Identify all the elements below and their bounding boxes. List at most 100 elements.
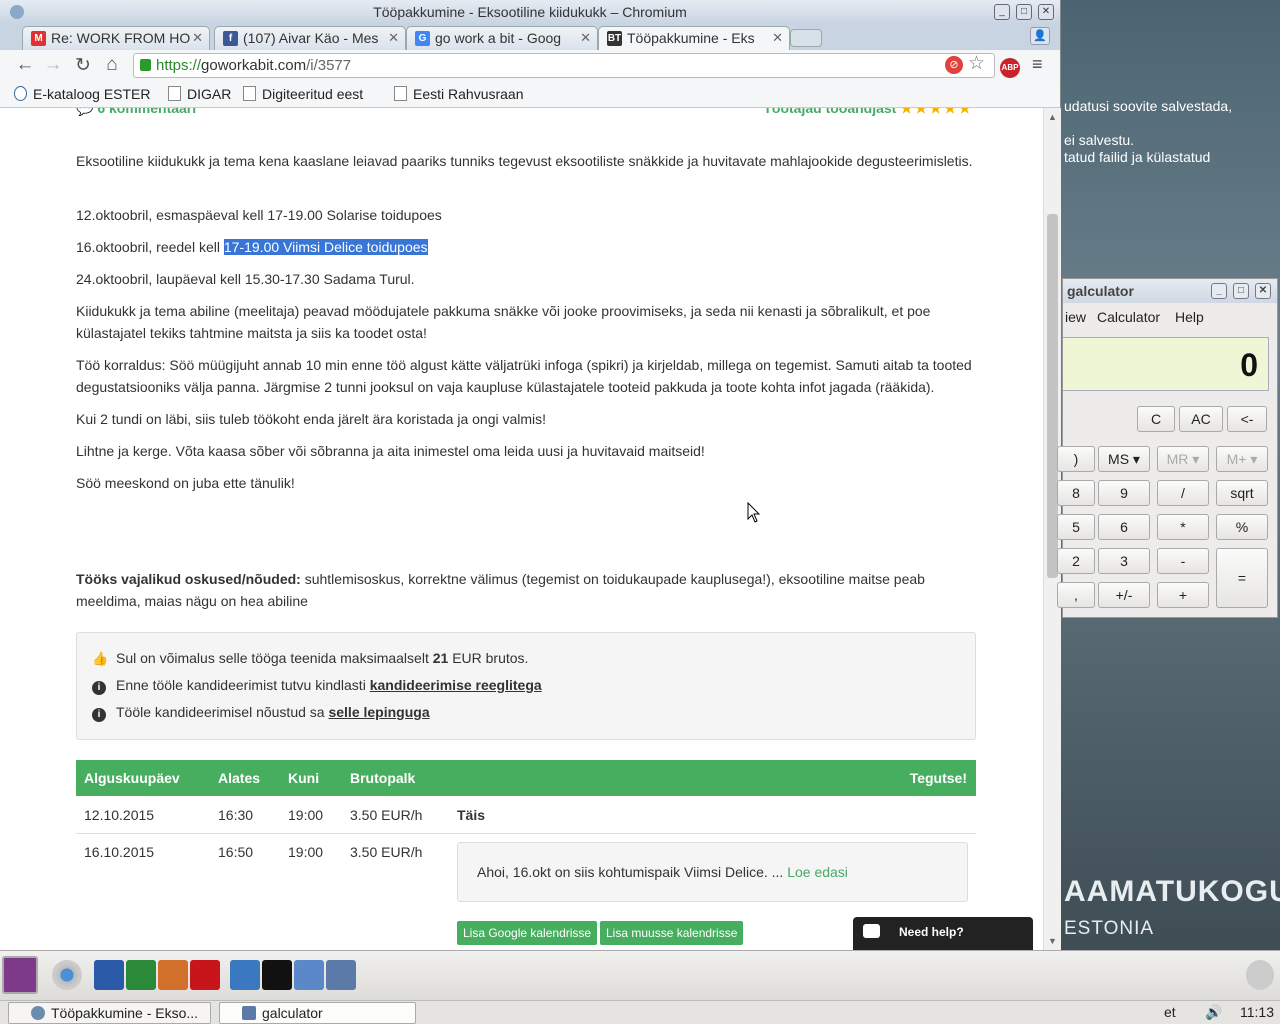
info-icon: i [92,681,106,695]
logout-icon[interactable] [1246,960,1274,990]
earn-amount: 21 [432,650,449,666]
memory-store-button[interactable]: MS ▾ [1098,446,1150,472]
bookmark-label: DIGAR [187,86,232,102]
digit-6-button[interactable]: 6 [1098,514,1150,540]
window-list: Tööpakkumine - Ekso... galculator et 🔊 1… [0,1000,1280,1024]
bookmark-item[interactable]: Digiteeritud eest [243,86,383,102]
digit-2-button[interactable]: 2 [1057,548,1095,574]
maximize-icon[interactable]: □ [1233,283,1249,299]
divide-button[interactable]: / [1157,480,1209,506]
id-card-icon[interactable] [230,960,260,990]
calc-spreadsheet-icon[interactable] [126,960,156,990]
tab-close-icon[interactable]: ✕ [388,27,399,49]
rules-link[interactable]: kandideerimise reeglitega [370,677,542,693]
need-help-widget[interactable]: Need help? [853,917,1033,950]
tab-google[interactable]: G go work a bit - Goog ✕ [406,26,598,50]
backspace-button[interactable]: <- [1227,406,1267,432]
memory-recall-button[interactable]: MR ▾ [1157,446,1209,472]
digit-9-button[interactable]: 9 [1098,480,1150,506]
tab-close-icon[interactable]: ✕ [580,27,591,49]
window-item-calculator[interactable]: galculator [219,1002,416,1024]
add-button[interactable]: + [1157,582,1209,608]
digit-8-button[interactable]: 8 [1057,480,1095,506]
minimize-icon[interactable]: _ [1211,283,1227,299]
clock[interactable]: 11:13 [1240,1004,1274,1020]
notice-line: tatud failid ja külastatud [1064,149,1211,165]
forward-icon[interactable]: → [42,54,64,76]
close-icon[interactable]: ✕ [1038,4,1054,20]
google-calendar-button[interactable]: Lisa Google kalendrisse [457,921,598,945]
rules-prefix: Enne tööle kandideerimist tutvu kindlast… [116,677,370,693]
subtract-button[interactable]: - [1157,548,1209,574]
tab-close-icon[interactable]: ✕ [772,27,783,49]
all-clear-button[interactable]: AC [1179,406,1223,432]
writer-icon[interactable] [94,960,124,990]
tab-gmail[interactable]: M Re: WORK FROM HO ✕ [22,26,210,50]
blocker-extension-icon[interactable]: ⊘ [945,56,963,74]
bookmark-item[interactable]: Eesti Rahvusraan [394,86,534,102]
contract-link[interactable]: selle lepinguga [328,704,429,720]
minimize-icon[interactable]: _ [994,4,1010,20]
chromium-icon[interactable] [52,960,82,990]
tab-label: Tööpakkumine - Eks [627,30,755,46]
sqrt-button[interactable]: sqrt [1216,480,1268,506]
bookmark-item[interactable]: DIGAR [168,86,231,102]
url-path: /i/3577 [306,57,352,74]
new-tab-button[interactable] [790,29,822,47]
digit-3-button[interactable]: 3 [1098,548,1150,574]
back-icon[interactable]: ← [14,54,36,76]
comments-link[interactable]: 💬 6 kommentaari [76,108,196,117]
decimal-button[interactable]: , [1057,582,1095,608]
menu-icon[interactable]: ≡ [1032,54,1043,75]
bookmarks-bar: E-kataloog ESTER DIGAR Digiteeritud eest… [0,80,1060,108]
calculator-title: galculator [1067,283,1134,299]
adblock-plus-icon[interactable]: ABP [1000,58,1020,78]
reload-icon[interactable]: ↻ [72,54,94,77]
paren-button[interactable]: ) [1057,446,1095,472]
tab-gowork-active[interactable]: BT Tööpakkumine - Eks ✕ [598,26,790,51]
header-from: Alates [218,770,261,786]
launcher-panel [0,950,1280,1000]
calculator-launcher-icon[interactable] [326,960,356,990]
id-crypto-icon[interactable] [262,960,292,990]
gowork-icon: BT [607,31,622,46]
id-digidoc-icon[interactable] [294,960,324,990]
equals-button[interactable]: = [1216,548,1268,608]
scroll-up-icon[interactable]: ▲ [1048,112,1057,122]
ester-icon [14,86,27,101]
calculator-icon [242,1006,256,1020]
app-menu-icon[interactable] [2,956,38,994]
window-item-browser[interactable]: Tööpakkumine - Ekso... [8,1002,211,1024]
sign-button[interactable]: +/- [1098,582,1150,608]
pdf-reader-icon[interactable] [190,960,220,990]
percent-button[interactable]: % [1216,514,1268,540]
url-host: goworkabit.com [201,57,307,74]
address-bar[interactable]: https://goworkabit.com/i/3577 [133,53,995,78]
menu-view[interactable]: iew [1065,303,1086,331]
memory-add-button[interactable]: M+ ▾ [1216,446,1268,472]
volume-icon[interactable]: 🔊 [1205,1004,1222,1021]
home-icon[interactable]: ⌂ [101,54,123,76]
profile-icon[interactable]: 👤 [1030,27,1050,45]
clear-button[interactable]: C [1137,406,1175,432]
menu-calculator[interactable]: Calculator [1097,303,1160,331]
desktop-brand-subtitle: ESTONIA [1064,918,1155,939]
tab-facebook[interactable]: f (107) Aivar Käo - Mes ✕ [214,26,406,50]
bookmark-star-icon[interactable]: ☆ [968,52,985,75]
skills-label: Tööks vajalikud oskused/nõuded: [76,571,301,587]
maximize-icon[interactable]: □ [1016,4,1032,20]
bookmark-label: E-kataloog ESTER [33,86,151,102]
other-calendar-button[interactable]: Lisa muusse kalendrisse [600,921,744,945]
keyboard-layout[interactable]: et [1164,1004,1176,1020]
close-icon[interactable]: ✕ [1255,283,1271,299]
bookmark-item[interactable]: E-kataloog ESTER [14,86,154,102]
multiply-button[interactable]: * [1157,514,1209,540]
digit-5-button[interactable]: 5 [1057,514,1095,540]
read-more-link[interactable]: Loe edasi [787,864,848,880]
scroll-down-icon[interactable]: ▼ [1048,936,1057,946]
tab-label: (107) Aivar Käo - Mes [243,30,379,46]
tab-close-icon[interactable]: ✕ [192,27,203,49]
impress-icon[interactable] [158,960,188,990]
menu-help[interactable]: Help [1175,303,1204,331]
bookmark-label: Eesti Rahvusraan [413,86,524,102]
